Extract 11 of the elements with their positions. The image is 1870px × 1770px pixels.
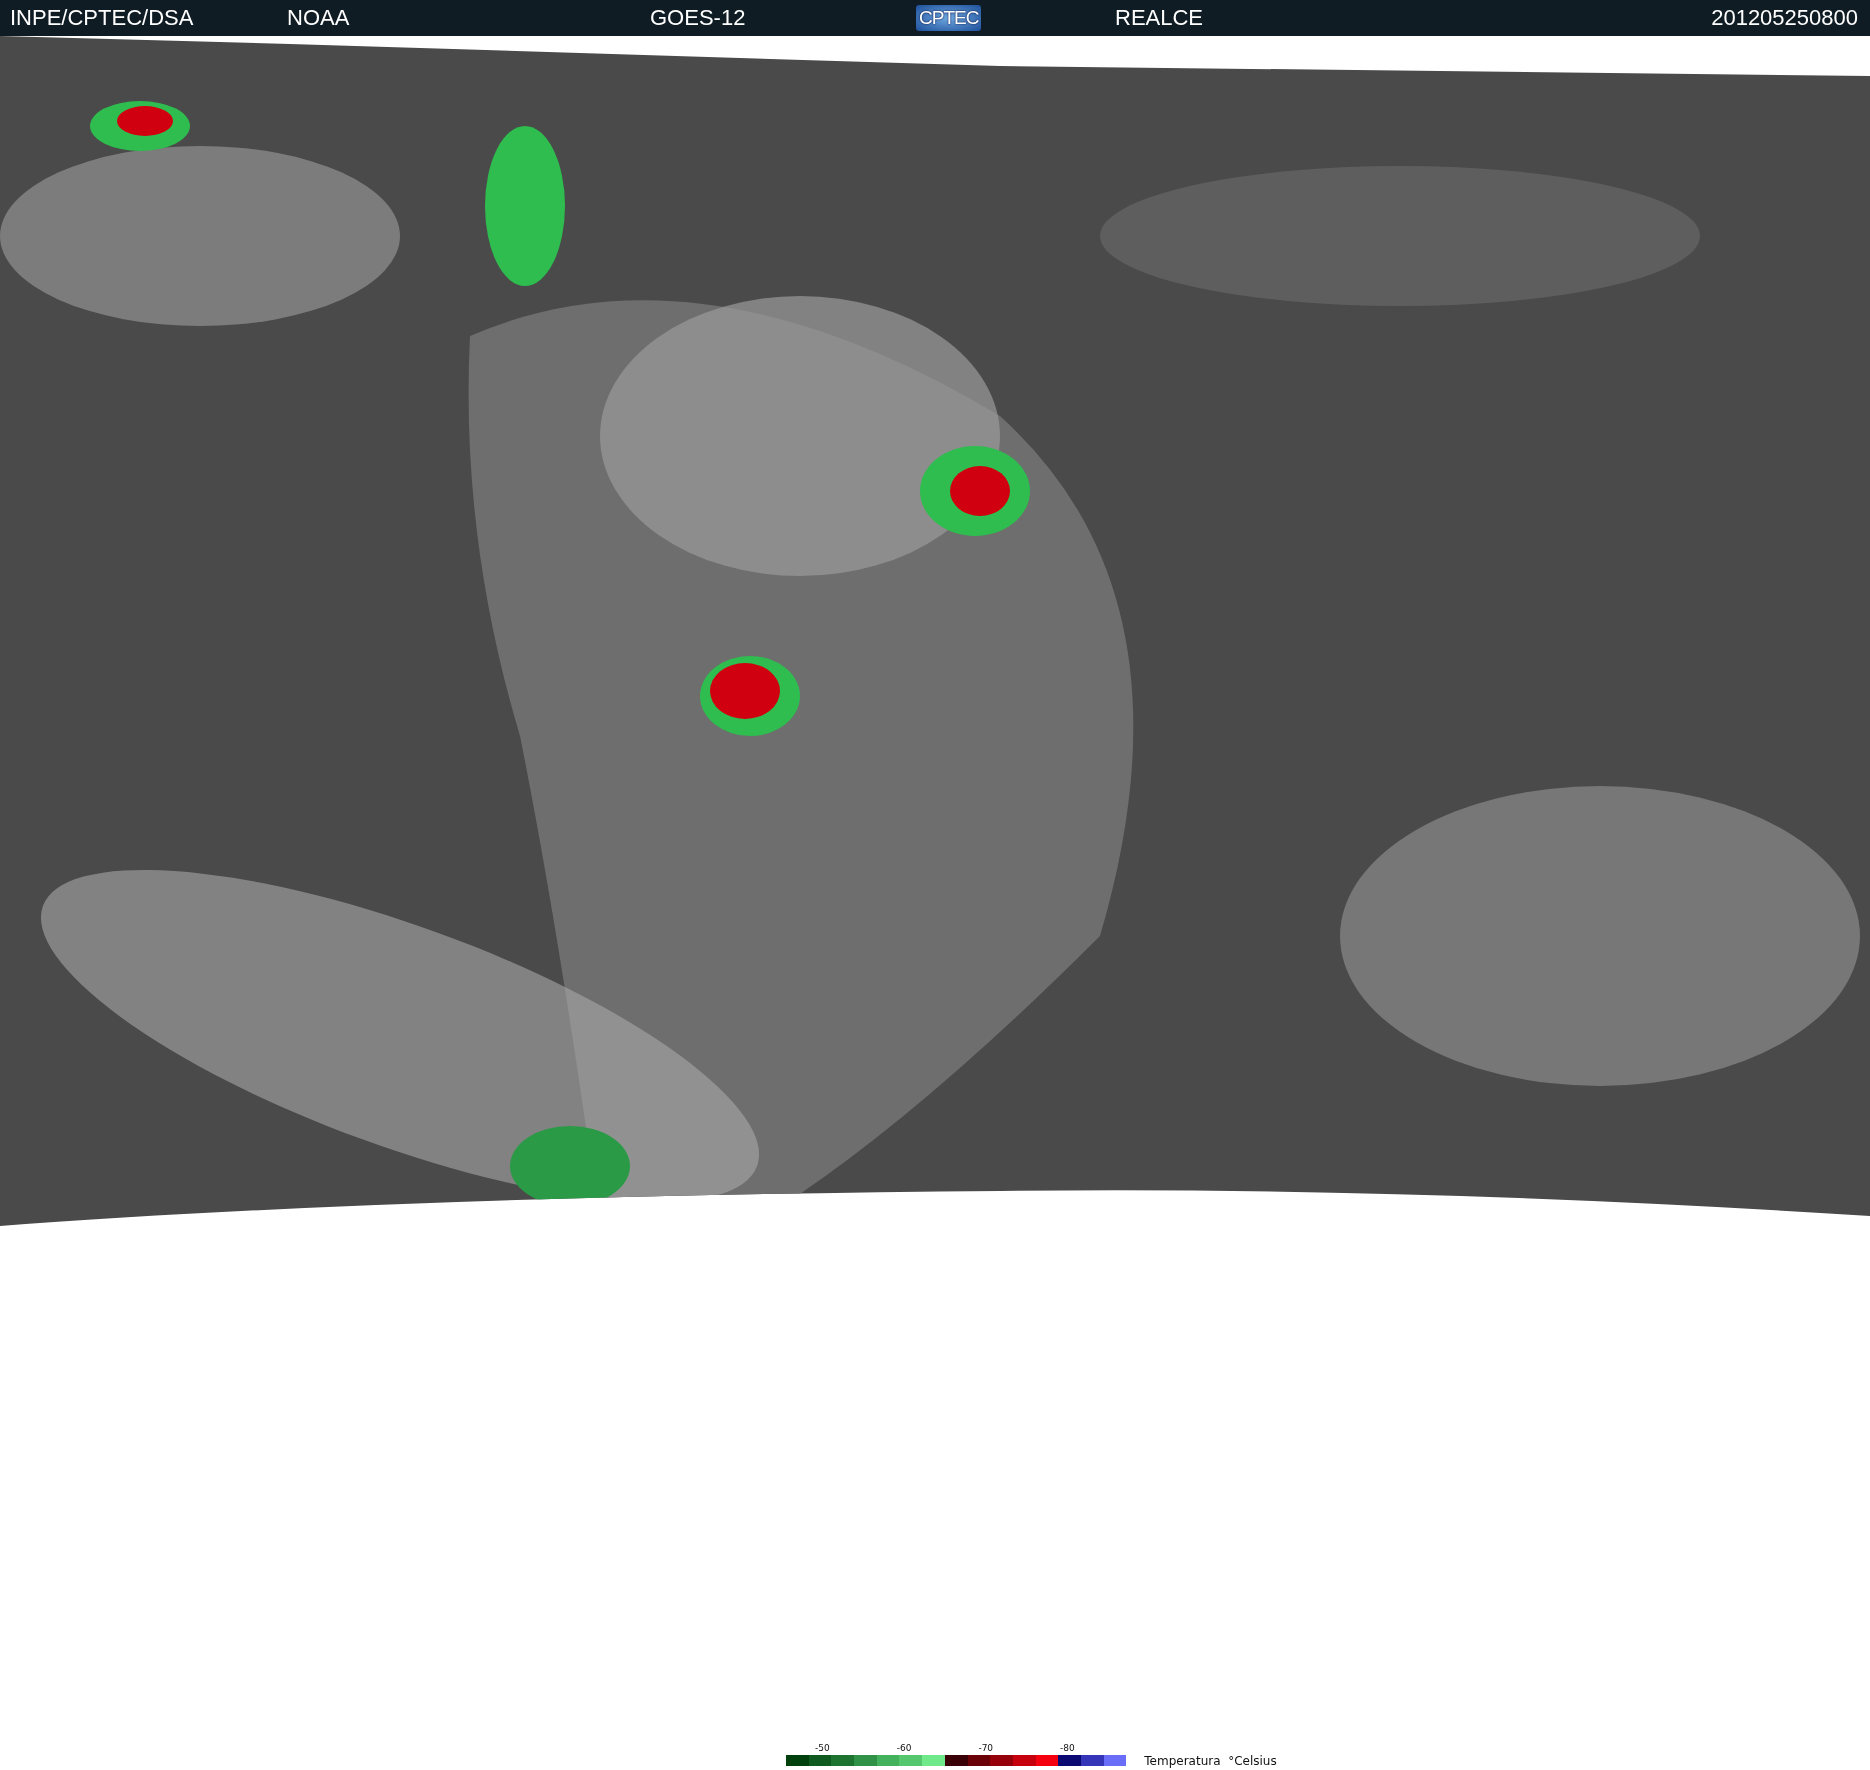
logo: CPTEC xyxy=(916,5,982,31)
legend-title: Temperatura °Celsius xyxy=(1144,1754,1277,1768)
tick-label: -60 xyxy=(896,1743,912,1753)
tick-label: -80 xyxy=(1060,1743,1075,1753)
tick-label: -50 xyxy=(814,1743,830,1753)
header-label: GOES-12 xyxy=(650,5,746,31)
header-label: INPE/CPTEC/DSA xyxy=(10,5,194,31)
header-label: 201205250800 xyxy=(1711,5,1858,31)
header-label: NOAA xyxy=(287,5,350,31)
header-label: REALCE xyxy=(1115,5,1204,31)
tick-label: -70 xyxy=(978,1743,994,1753)
